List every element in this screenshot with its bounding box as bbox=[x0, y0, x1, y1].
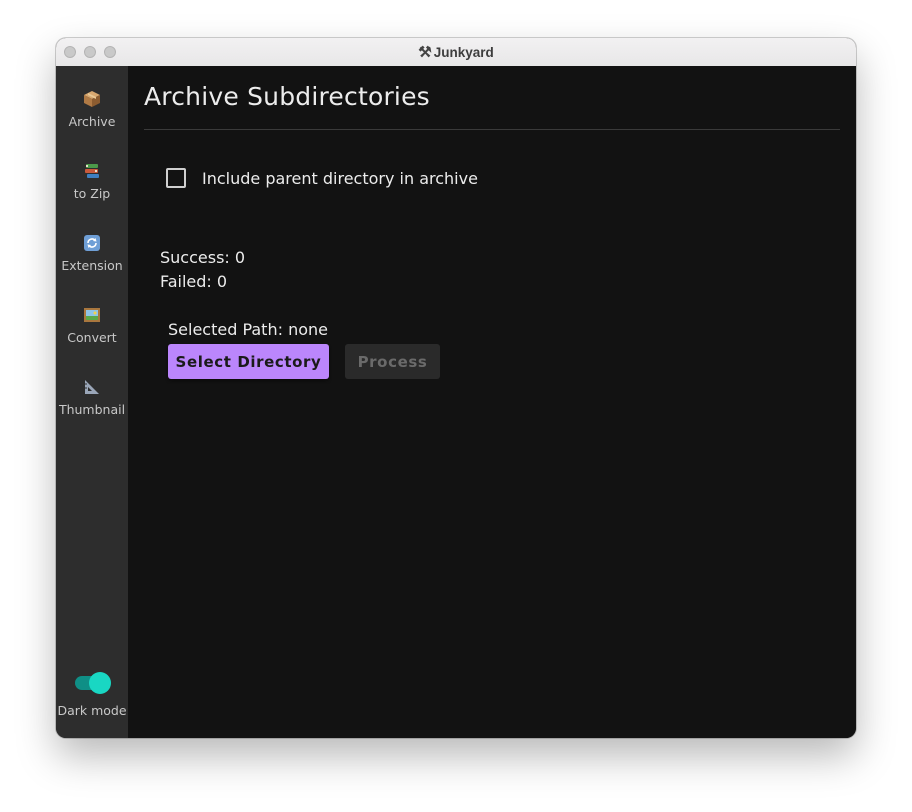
include-parent-checkbox[interactable] bbox=[166, 168, 186, 188]
success-count: Success: 0 bbox=[160, 248, 246, 267]
sidebar-item-label: Archive bbox=[68, 114, 116, 129]
dark-mode-label: Dark mode bbox=[57, 703, 127, 718]
package-icon bbox=[83, 90, 101, 108]
process-button[interactable]: Process bbox=[345, 344, 440, 379]
dark-mode-control: Dark mode bbox=[56, 672, 128, 718]
title-divider bbox=[144, 129, 840, 130]
sidebar-item-archive[interactable]: Archive bbox=[56, 90, 128, 150]
sidebar-item-extension[interactable]: Extension bbox=[56, 234, 128, 294]
sidebar-item-label: Thumbnail bbox=[58, 402, 126, 417]
selected-path-label: Selected Path: none bbox=[168, 320, 328, 339]
sidebar: Archive to Zip Extension Convert Thumbna… bbox=[56, 66, 128, 738]
include-parent-label: Include parent directory in archive bbox=[202, 168, 478, 188]
sidebar-item-convert[interactable]: Convert bbox=[56, 306, 128, 366]
window-title-text: Junkyard bbox=[433, 44, 494, 60]
hammer-and-wrench-icon: ⚒ bbox=[418, 44, 432, 61]
title-bar: ⚒ Junkyard bbox=[56, 38, 856, 67]
toggle-knob bbox=[89, 672, 111, 694]
page-title: Archive Subdirectories bbox=[144, 82, 430, 111]
select-directory-button[interactable]: Select Directory bbox=[168, 344, 329, 379]
app-window: ⚒ Junkyard Archive to Zip Extension Conv… bbox=[56, 38, 856, 738]
sidebar-item-label: Convert bbox=[67, 330, 117, 345]
triangular-ruler-icon bbox=[83, 378, 101, 396]
main-content: Archive Subdirectories Include parent di… bbox=[128, 66, 856, 738]
sidebar-item-label: to Zip bbox=[73, 186, 111, 201]
sidebar-item-thumbnail[interactable]: Thumbnail bbox=[56, 378, 128, 438]
include-parent-option[interactable]: Include parent directory in archive bbox=[166, 168, 478, 188]
dark-mode-toggle[interactable] bbox=[75, 672, 111, 694]
window-title: ⚒ Junkyard bbox=[56, 38, 856, 66]
sidebar-item-to-zip[interactable]: to Zip bbox=[56, 162, 128, 222]
books-stack-icon bbox=[83, 162, 101, 180]
refresh-icon bbox=[83, 234, 101, 252]
sidebar-item-label: Extension bbox=[61, 258, 123, 273]
failed-count: Failed: 0 bbox=[160, 272, 228, 291]
framed-picture-icon bbox=[83, 306, 101, 324]
